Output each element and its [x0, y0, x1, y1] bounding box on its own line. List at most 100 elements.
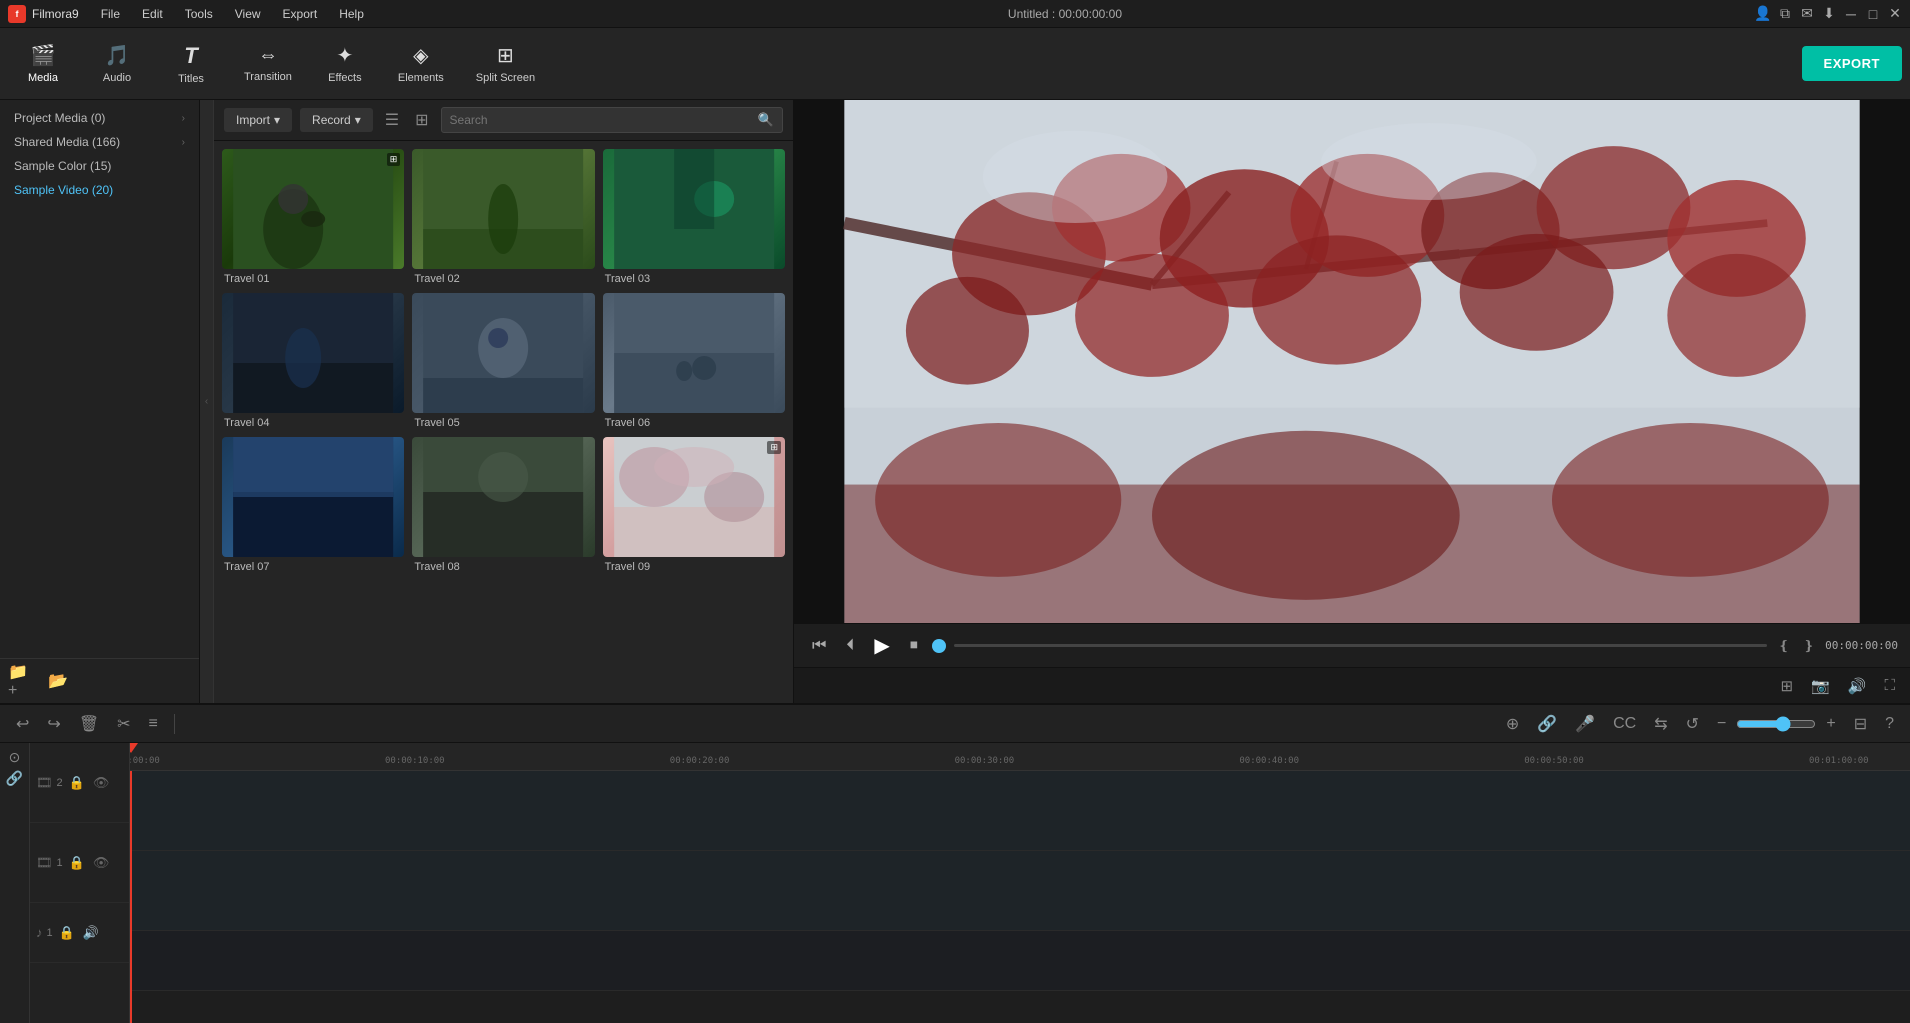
collapse-handle[interactable]: ‹ [200, 100, 214, 703]
record-button[interactable]: Record ▾ [300, 108, 373, 132]
media-item[interactable]: Travel 07 [222, 437, 404, 573]
toolbar-transition[interactable]: ⇔ Transition [230, 38, 306, 89]
media-item[interactable]: Travel 06 [603, 293, 785, 429]
link-tracks-icon[interactable]: 🔗 [6, 770, 23, 787]
media-thumbnail: ⊞ [603, 437, 785, 557]
filter-button[interactable]: ☰ [381, 106, 403, 134]
hide-track-button[interactable]: 👁 [91, 853, 112, 873]
media-item[interactable]: ⊞ Travel 01 [222, 149, 404, 285]
media-toolbar: Import ▾ Record ▾ ☰ ⊞ 🔍 [214, 100, 793, 141]
restore-icon[interactable]: ⧉ [1778, 7, 1792, 21]
menu-bar: f Filmora9 File Edit Tools View Export H… [0, 0, 1910, 28]
open-folder-button[interactable]: 📂 [44, 667, 72, 695]
media-item[interactable]: Travel 03 [603, 149, 785, 285]
cut-button[interactable]: ✂ [111, 710, 136, 738]
subtitle-button[interactable]: CC [1607, 711, 1642, 737]
thumb-svg [603, 149, 785, 269]
toolbar-titles[interactable]: T Titles [156, 37, 226, 91]
video-track-1[interactable] [130, 851, 1910, 931]
media-item[interactable]: Travel 02 [412, 149, 594, 285]
menu-view[interactable]: View [225, 4, 271, 24]
play-button[interactable]: ▶ [868, 629, 895, 662]
toolbar-effects[interactable]: ✦ Effects [310, 37, 380, 90]
timeline-tracks-left: 🎞 2 🔒 👁 🎞 1 🔒 👁 ♪ 1 🔒 🔊 [30, 743, 130, 1023]
media-item-label: Travel 02 [412, 273, 594, 285]
sidebar-item-project-media[interactable]: Project Media (0) › [0, 106, 199, 130]
toolbar-media[interactable]: 🎬 Media [8, 37, 78, 90]
video-track-2[interactable] [130, 771, 1910, 851]
mail-icon[interactable]: ✉ [1800, 7, 1814, 21]
media-item[interactable]: Travel 04 [222, 293, 404, 429]
zoom-out-button[interactable]: − [1711, 711, 1732, 737]
close-button[interactable]: ✕ [1888, 7, 1902, 21]
maximize-button[interactable]: □ [1866, 7, 1880, 21]
menu-help[interactable]: Help [329, 4, 374, 24]
playhead[interactable] [130, 771, 132, 1023]
timeline-tracks [130, 771, 1910, 1023]
timecode-display: 00:00:00:00 [1825, 639, 1898, 652]
undo-button[interactable]: ↩ [10, 710, 35, 738]
user-icon[interactable]: 👤 [1756, 7, 1770, 21]
in-point-button[interactable]: ❴ [1775, 635, 1792, 657]
prev-frame-button[interactable]: ⏴ [840, 633, 860, 659]
export-button[interactable]: EXPORT [1802, 46, 1902, 81]
media-item-label: Travel 07 [222, 561, 404, 573]
menu-file[interactable]: File [91, 4, 130, 24]
menu-tools[interactable]: Tools [175, 4, 223, 24]
redo-button[interactable]: ↪ [41, 710, 66, 738]
menu-edit[interactable]: Edit [132, 4, 173, 24]
link-button[interactable]: 🔗 [1531, 710, 1563, 738]
import-button[interactable]: Import ▾ [224, 108, 292, 132]
download-icon[interactable]: ⬇ [1822, 7, 1836, 21]
delete-button[interactable]: 🗑 [73, 710, 105, 738]
snap-icon[interactable]: ⊙ [9, 749, 21, 766]
transition-button[interactable]: ⇆ [1648, 710, 1673, 738]
media-item[interactable]: ⊞ Travel 09 [603, 437, 785, 573]
sidebar-item-sample-color[interactable]: Sample Color (15) [0, 154, 199, 178]
grid-view-button[interactable]: ⊞ [411, 106, 432, 134]
help-button[interactable]: ? [1879, 711, 1900, 737]
volume-button[interactable]: 🔊 [1843, 674, 1872, 698]
progress-bar[interactable] [954, 644, 1768, 647]
lock-track-button[interactable]: 🔒 [67, 773, 87, 793]
add-folder-button[interactable]: 📁+ [8, 667, 36, 695]
thumb-overlay: ⊞ [767, 441, 781, 454]
toolbar-audio[interactable]: 🎵 Audio [82, 37, 152, 90]
zoom-slider[interactable] [1736, 716, 1816, 732]
search-input[interactable] [450, 113, 752, 127]
progress-indicator[interactable] [932, 639, 946, 653]
timeline-area: ↩ ↪ 🗑 ✂ ≡ ⊕ 🔗 🎤 CC ⇆ ↺ − + ⊟ ? ⊙ 🔗 [0, 703, 1910, 1023]
menu-export[interactable]: Export [273, 4, 328, 24]
audio-track-1[interactable] [130, 931, 1910, 991]
loop-button[interactable]: ↺ [1680, 710, 1705, 738]
rewind-button[interactable]: ⏮ [806, 633, 832, 659]
fullscreen-button[interactable]: ⛶ [1879, 674, 1900, 697]
chevron-right-icon: › [182, 113, 185, 124]
elements-label: Elements [398, 72, 444, 84]
music-icon: ♪ [36, 925, 43, 940]
media-thumbnail [222, 437, 404, 557]
split-view-button[interactable]: ⊟ [1848, 710, 1873, 738]
transition-label: Transition [244, 71, 292, 83]
sidebar-item-shared-media[interactable]: Shared Media (166) › [0, 130, 199, 154]
volume-track-button[interactable]: 🔊 [81, 923, 101, 943]
media-item[interactable]: Travel 08 [412, 437, 594, 573]
lock-track-button[interactable]: 🔒 [67, 853, 87, 873]
minimize-button[interactable]: ─ [1844, 7, 1858, 21]
toolbar-elements[interactable]: ◈ Elements [384, 37, 458, 90]
zoom-in-button[interactable]: + [1820, 711, 1841, 737]
hide-track-button[interactable]: 👁 [91, 773, 112, 793]
logo-icon: f [8, 5, 26, 23]
adjust-button[interactable]: ≡ [143, 711, 164, 737]
add-track-button[interactable]: ⊕ [1500, 710, 1525, 738]
out-point-button[interactable]: ❵ [1800, 635, 1817, 657]
stop-button[interactable]: ⏹ [904, 633, 924, 659]
thumb-svg [222, 149, 404, 269]
sidebar-item-sample-video[interactable]: Sample Video (20) [0, 178, 199, 202]
ruler-marks: 00:00:00:00 00:00:10:00 00:00:20:00 00:0… [130, 743, 1910, 766]
snapshot-button[interactable]: 📷 [1806, 674, 1835, 698]
mic-button[interactable]: 🎤 [1569, 710, 1601, 738]
toolbar-splitscreen[interactable]: ⊞ Split Screen [462, 37, 549, 90]
lock-track-button[interactable]: 🔒 [57, 923, 77, 943]
media-item[interactable]: Travel 05 [412, 293, 594, 429]
